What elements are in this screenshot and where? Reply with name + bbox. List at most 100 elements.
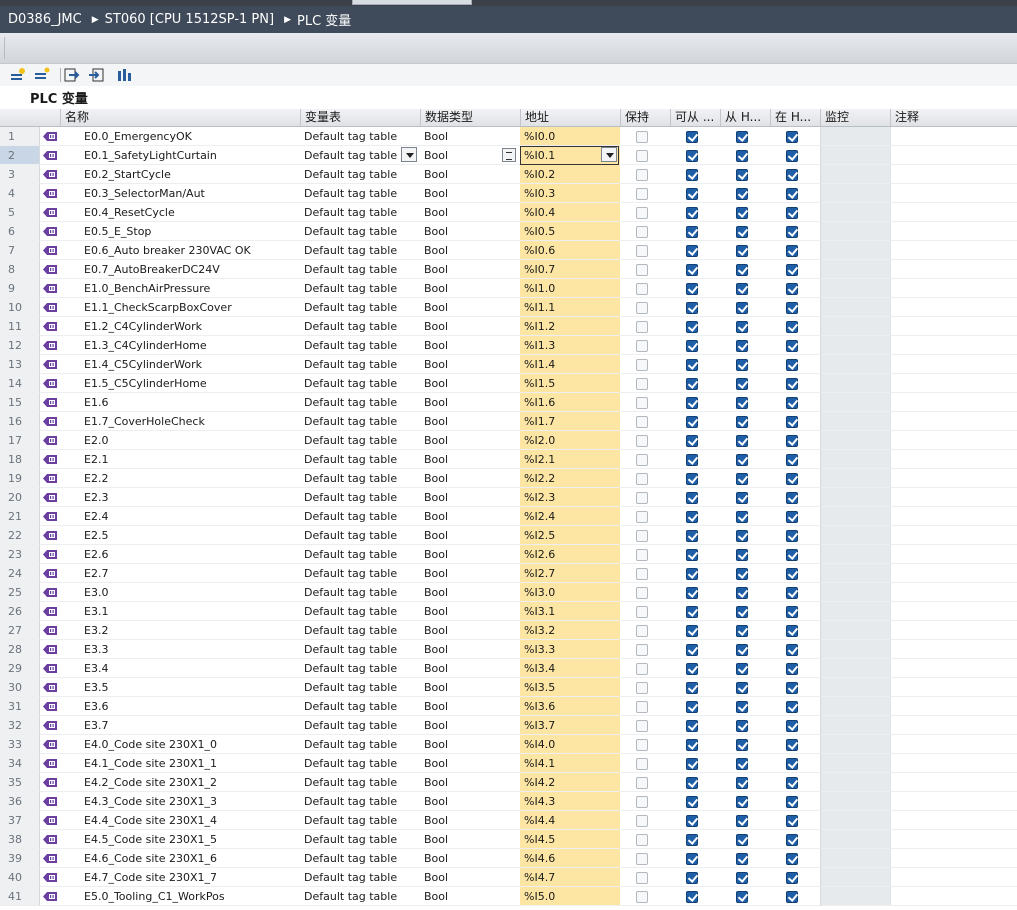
tag-table-name[interactable]: Default tag table: [300, 792, 420, 811]
retain-checkbox[interactable]: [636, 131, 648, 143]
retain-checkbox[interactable]: [636, 435, 648, 447]
row-number[interactable]: 33: [0, 735, 40, 754]
breadcrumb-device[interactable]: ST060 [CPU 1512SP-1 PN]: [105, 12, 274, 27]
comment-cell[interactable]: [890, 146, 1017, 165]
hmi-writable-checkbox[interactable]: [736, 625, 748, 637]
table-row[interactable]: 6 E0.5_E_Stop Default tag table Bool %I0.5: [0, 222, 1017, 241]
comment-cell[interactable]: [890, 241, 1017, 260]
hmi-writable-checkbox[interactable]: [736, 891, 748, 903]
tag-table-name[interactable]: Default tag table: [300, 564, 420, 583]
tag-name[interactable]: E1.6: [60, 393, 300, 412]
row-number[interactable]: 8: [0, 260, 40, 279]
tag-name[interactable]: E2.5: [60, 526, 300, 545]
hmi-access-checkbox[interactable]: [686, 815, 698, 827]
table-row[interactable]: 10 E1.1_CheckScarpBoxCover Default tag tab…: [0, 298, 1017, 317]
hmi-writable-checkbox[interactable]: [736, 378, 748, 390]
row-number[interactable]: 13: [0, 355, 40, 374]
table-row[interactable]: 7 E0.6_Auto breaker 230VAC OK Default tag …: [0, 241, 1017, 260]
tag-address[interactable]: %I1.5: [520, 374, 620, 393]
comment-cell[interactable]: [890, 564, 1017, 583]
col-hmi-visible[interactable]: 在 H...: [770, 109, 820, 126]
tag-data-type[interactable]: Bool: [420, 621, 520, 640]
retain-checkbox[interactable]: [636, 207, 648, 219]
row-number[interactable]: 12: [0, 336, 40, 355]
tag-name[interactable]: E2.6: [60, 545, 300, 564]
tag-table-name[interactable]: Default tag table: [300, 450, 420, 469]
tag-name[interactable]: E1.3_C4CylinderHome: [60, 336, 300, 355]
hmi-visible-checkbox[interactable]: [786, 378, 798, 390]
hmi-writable-checkbox[interactable]: [736, 511, 748, 523]
tag-table-name[interactable]: Default tag table: [300, 811, 420, 830]
hmi-access-checkbox[interactable]: [686, 796, 698, 808]
hmi-access-checkbox[interactable]: [686, 511, 698, 523]
tag-name[interactable]: E2.4: [60, 507, 300, 526]
row-number[interactable]: 22: [0, 526, 40, 545]
tag-name[interactable]: E4.1_Code site 230X1_1: [60, 754, 300, 773]
hmi-visible-checkbox[interactable]: [786, 150, 798, 162]
tag-data-type[interactable]: Bool: [420, 754, 520, 773]
table-row[interactable]: 38 E4.5_Code site 230X1_5 Default tag tabl…: [0, 830, 1017, 849]
hmi-writable-checkbox[interactable]: [736, 682, 748, 694]
tag-table-name[interactable]: Default tag table: [300, 298, 420, 317]
row-number[interactable]: 38: [0, 830, 40, 849]
hmi-visible-checkbox[interactable]: [786, 264, 798, 276]
tag-name[interactable]: E4.4_Code site 230X1_4: [60, 811, 300, 830]
comment-cell[interactable]: [890, 811, 1017, 830]
hmi-access-checkbox[interactable]: [686, 150, 698, 162]
comment-cell[interactable]: [890, 887, 1017, 906]
tag-table-name[interactable]: Default tag table: [300, 393, 420, 412]
tag-name[interactable]: E3.1: [60, 602, 300, 621]
retain-checkbox[interactable]: [636, 758, 648, 770]
hmi-visible-checkbox[interactable]: [786, 815, 798, 827]
hmi-writable-checkbox[interactable]: [736, 777, 748, 789]
table-row[interactable]: 12 E1.3_C4CylinderHome Default tag table Bo…: [0, 336, 1017, 355]
tag-address[interactable]: %I0.3: [520, 184, 620, 203]
table-row[interactable]: 3 E0.2_StartCycle Default tag table Bool %I0…: [0, 165, 1017, 184]
hmi-visible-checkbox[interactable]: [786, 853, 798, 865]
row-number[interactable]: 5: [0, 203, 40, 222]
hmi-writable-checkbox[interactable]: [736, 416, 748, 428]
tag-address[interactable]: %I4.4: [520, 811, 620, 830]
hmi-visible-checkbox[interactable]: [786, 207, 798, 219]
tag-name[interactable]: E4.3_Code site 230X1_3: [60, 792, 300, 811]
row-number[interactable]: 40: [0, 868, 40, 887]
tag-name[interactable]: E1.2_C4CylinderWork: [60, 317, 300, 336]
tag-data-type[interactable]: Bool: [420, 659, 520, 678]
hmi-writable-checkbox[interactable]: [736, 834, 748, 846]
comment-cell[interactable]: [890, 602, 1017, 621]
hmi-visible-checkbox[interactable]: [786, 568, 798, 580]
hmi-access-checkbox[interactable]: [686, 492, 698, 504]
retain-checkbox[interactable]: [636, 606, 648, 618]
hmi-visible-checkbox[interactable]: [786, 340, 798, 352]
hmi-writable-checkbox[interactable]: [736, 226, 748, 238]
hmi-writable-checkbox[interactable]: [736, 549, 748, 561]
hmi-writable-checkbox[interactable]: [736, 644, 748, 656]
table-row[interactable]: 13 E1.4_C5CylinderWork Default tag table Bo…: [0, 355, 1017, 374]
tag-table-name[interactable]: Default tag table: [300, 849, 420, 868]
comment-cell[interactable]: [890, 754, 1017, 773]
retain-checkbox[interactable]: [636, 549, 648, 561]
tag-table-name[interactable]: Default tag table: [300, 602, 420, 621]
row-number[interactable]: 26: [0, 602, 40, 621]
row-number[interactable]: 1: [0, 127, 40, 146]
tag-name[interactable]: E4.7_Code site 230X1_7: [60, 868, 300, 887]
hmi-access-checkbox[interactable]: [686, 416, 698, 428]
comment-cell[interactable]: [890, 469, 1017, 488]
tag-data-type[interactable]: Bool: [420, 545, 520, 564]
hmi-writable-checkbox[interactable]: [736, 340, 748, 352]
tag-table-name[interactable]: Default tag table: [300, 431, 420, 450]
retain-checkbox[interactable]: [636, 682, 648, 694]
hmi-writable-checkbox[interactable]: [736, 169, 748, 181]
table-row[interactable]: 31 E3.6 Default tag table Bool %I3.6: [0, 697, 1017, 716]
tag-table-name[interactable]: Default tag table: [300, 640, 420, 659]
comment-cell[interactable]: [890, 222, 1017, 241]
retain-checkbox[interactable]: [636, 416, 648, 428]
hmi-visible-checkbox[interactable]: [786, 606, 798, 618]
retain-checkbox[interactable]: [636, 340, 648, 352]
row-number[interactable]: 32: [0, 716, 40, 735]
tag-address[interactable]: %I1.4: [520, 355, 620, 374]
hmi-access-checkbox[interactable]: [686, 663, 698, 675]
tag-table-name[interactable]: Default tag table: [300, 241, 420, 260]
hmi-writable-checkbox[interactable]: [736, 853, 748, 865]
comment-cell[interactable]: [890, 792, 1017, 811]
